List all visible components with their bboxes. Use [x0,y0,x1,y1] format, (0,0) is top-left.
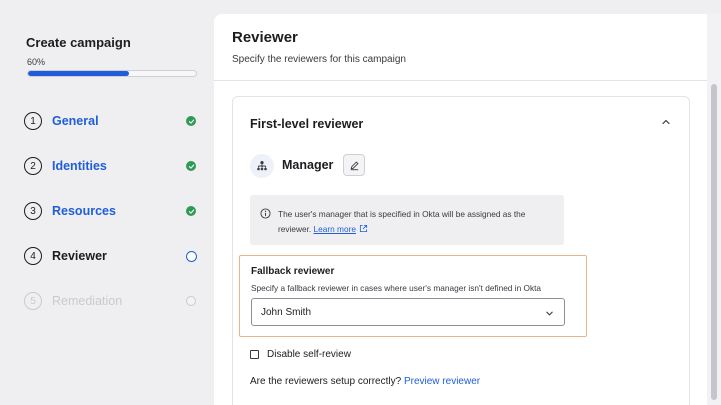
step-label: Remediation [52,294,123,308]
disable-self-review-row[interactable]: Disable self-review [250,347,351,361]
step-number: 4 [24,247,42,265]
disable-self-review-checkbox[interactable] [250,349,259,359]
step-identities[interactable]: 2 Identities [24,156,204,176]
check-circle-icon [186,116,196,126]
fallback-title: Fallback reviewer [251,266,335,277]
page-title: Reviewer [232,29,298,46]
ring-icon [186,251,197,262]
divider [214,80,714,81]
page-subtitle: Specify the reviewers for this campaign [232,54,406,65]
preview-question: Are the reviewers setup correctly? [250,376,402,387]
external-link-icon[interactable] [359,224,368,233]
learn-more-link[interactable]: Learn more [314,224,356,234]
info-callout: The user's manager that is specified in … [250,195,564,245]
progress-percent: 60% [27,57,46,67]
step-number: 3 [24,202,42,220]
wizard-title: Create campaign [26,35,131,50]
check-circle-icon [186,161,196,171]
step-number: 2 [24,157,42,175]
check-circle-icon [186,206,196,216]
fallback-reviewer-section: Fallback reviewer Specify a fallback rev… [239,255,587,337]
pencil-icon [350,160,359,170]
step-number: 1 [24,112,42,130]
ring-icon [186,296,196,306]
edit-reviewer-button[interactable] [343,154,365,176]
step-reviewer[interactable]: 4 Reviewer [24,246,204,266]
step-number: 5 [24,292,42,310]
scrollbar-thumb[interactable] [711,84,717,400]
step-general[interactable]: 1 General [24,111,204,131]
card-title: First-level reviewer [250,117,364,131]
info-text: The user's manager that is specified in … [278,207,558,237]
scrollbar[interactable] [707,14,721,405]
step-resources[interactable]: 3 Resources [24,201,204,221]
step-label: Resources [52,204,116,218]
checkbox-label: Disable self-review [267,348,351,360]
step-label: Reviewer [52,249,107,263]
fallback-reviewer-select[interactable]: John Smith [251,298,565,326]
progress-bar-fill [28,71,129,76]
fallback-subtitle: Specify a fallback reviewer in cases whe… [251,283,542,293]
preview-reviewer-link[interactable]: Preview reviewer [404,376,480,387]
step-remediation: 5 Remediation [24,291,204,311]
chevron-down-icon [546,311,553,316]
step-label: General [52,114,99,128]
progress-bar [27,70,197,77]
chevron-up-icon[interactable] [661,117,671,127]
org-chart-icon [250,154,274,178]
info-icon [260,208,271,219]
wizard-sidebar: Create campaign 60% 1 General 2 Identiti… [0,0,214,405]
step-label: Identities [52,159,107,173]
preview-row: Are the reviewers setup correctly? Previ… [250,376,480,387]
select-value: John Smith [261,307,312,318]
main-panel: Reviewer Specify the reviewers for this … [214,14,714,405]
first-level-reviewer-card: First-level reviewer Manager The user's … [232,96,690,405]
reviewer-type: Manager [282,158,334,172]
